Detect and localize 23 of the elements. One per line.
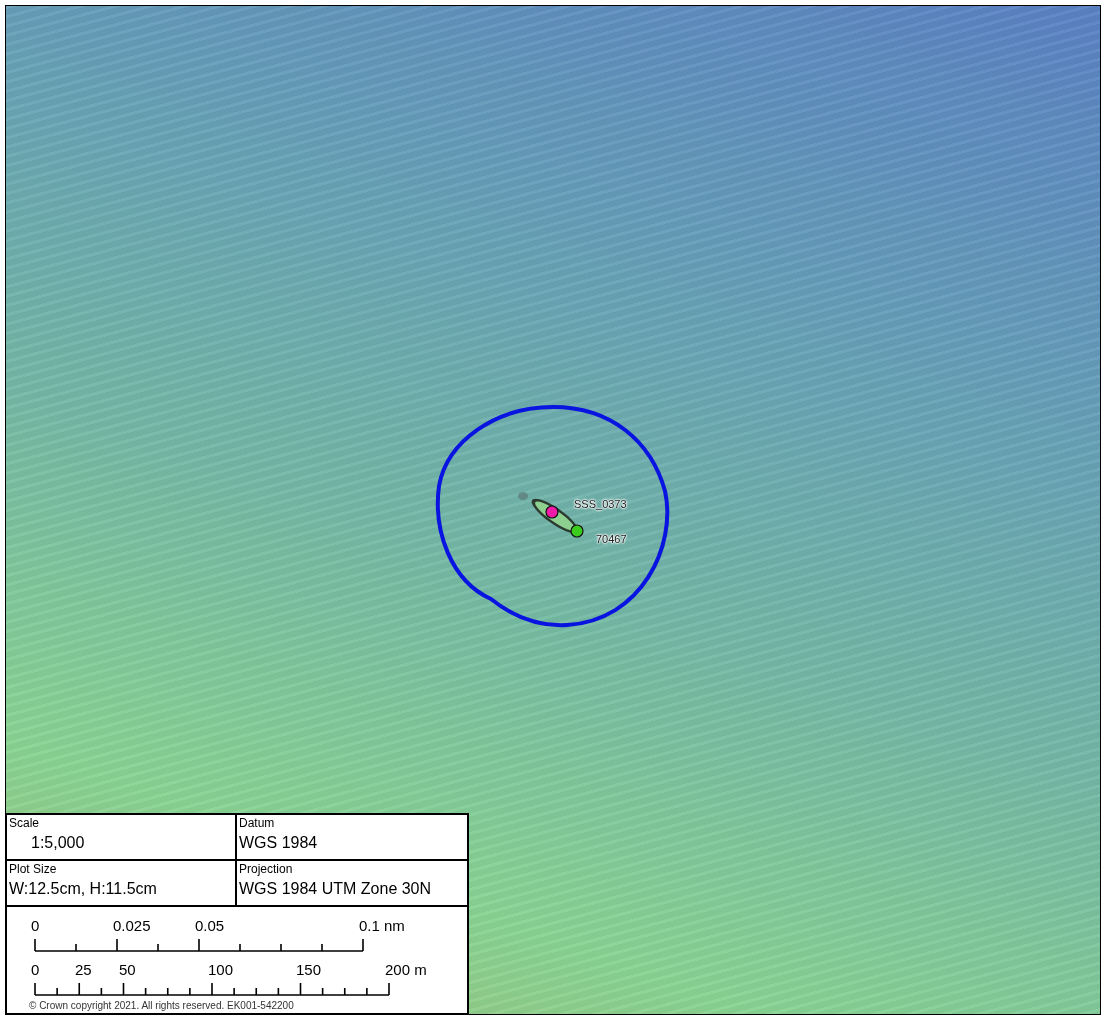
legend-heading: Projection (239, 861, 294, 877)
point-marker[interactable] (570, 524, 584, 538)
legend-heading: Plot Size (9, 861, 58, 877)
legend-heading: Datum (239, 815, 276, 831)
scale-label: 150 (296, 961, 322, 978)
legend-heading: Scale (9, 815, 41, 831)
point-label: 70467 (596, 533, 627, 545)
legend-value: WGS 1984 UTM Zone 30N (239, 879, 433, 899)
point-marker[interactable] (545, 505, 559, 519)
copyright-text: © Crown copyright 2021. All rights reserved. EK001-542200 (29, 1000, 294, 1011)
point-label: SSS_0373 (574, 498, 627, 510)
scale-label: 0 (31, 917, 40, 934)
legend-value: 1:5,000 (30, 833, 86, 853)
scale-label: 0.05 (195, 917, 225, 934)
legend-value: WGS 1984 (239, 833, 319, 853)
scale-label: 200 m (385, 961, 427, 978)
scale-label: 0.1 nm (359, 917, 405, 934)
scale-label: 0 (31, 961, 40, 978)
scale-label: 50 (119, 961, 136, 978)
scale-label: 100 (208, 961, 234, 978)
scale-label: 25 (75, 961, 92, 978)
scale-label: 0.025 (113, 917, 151, 934)
legend-value: W:12.5cm, H:11.5cm (9, 879, 158, 899)
